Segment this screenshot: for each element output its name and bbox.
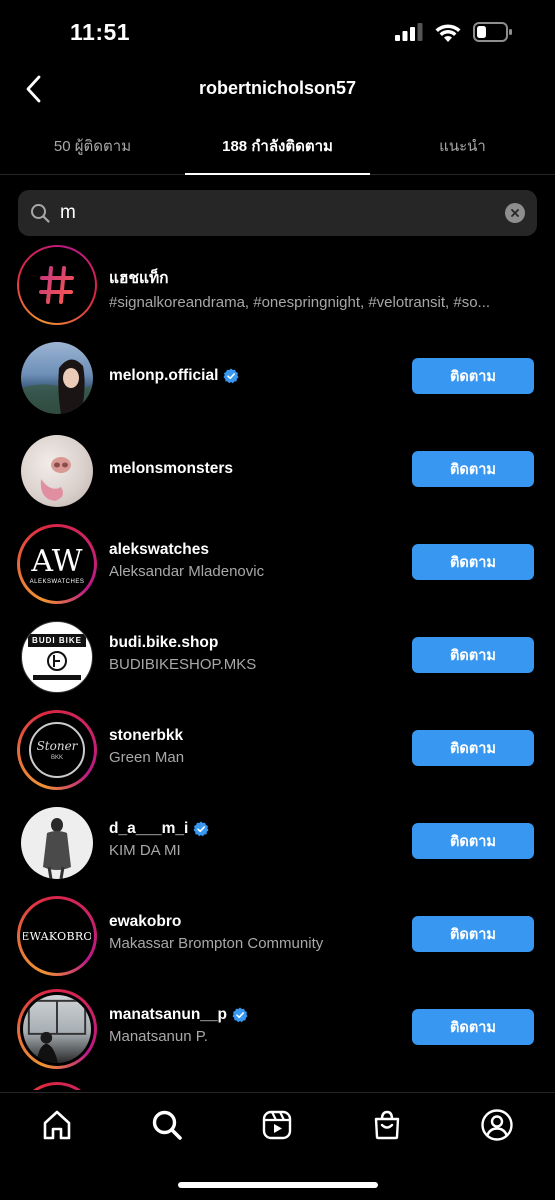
avatar-logo-text: Stoner [36, 739, 78, 753]
list-item[interactable]: manatsanun__p Manatsanun P. ติดตาม [0, 984, 555, 1077]
shop-icon [374, 1110, 400, 1140]
avatar[interactable] [17, 338, 97, 418]
fullname: Manatsanun P. [109, 1028, 208, 1045]
hashtag-icon [39, 266, 74, 304]
list-item[interactable]: d_a___m_i KIM DA MI ติดตาม [0, 798, 555, 891]
nav-reels[interactable] [259, 1107, 295, 1143]
list-item[interactable]: melonsmonsters ติดตาม [0, 426, 555, 519]
search-bar [18, 190, 537, 236]
username: melonp.official [109, 367, 239, 385]
verified-badge-icon [193, 821, 209, 837]
username: d_a___m_i [109, 820, 209, 838]
status-icons [395, 22, 513, 42]
nav-shop[interactable] [369, 1107, 405, 1143]
list-item[interactable] [0, 1077, 555, 1090]
follow-button[interactable]: ติดตาม [412, 730, 534, 766]
follow-button[interactable]: ติดตาม [412, 916, 534, 952]
follow-button[interactable]: ติดตาม [412, 1009, 534, 1045]
header: robertnicholson57 [0, 66, 555, 118]
username: stonerbkk [109, 727, 184, 744]
profile-icon [481, 1109, 513, 1141]
fullname: KIM DA MI [109, 842, 181, 859]
hashtag-title: แฮชแท็ก [109, 270, 169, 287]
avatar[interactable] [17, 431, 97, 511]
fullname: Makassar Brompton Community [109, 935, 324, 952]
home-indicator [178, 1182, 378, 1188]
clear-search-button[interactable] [505, 203, 525, 223]
follow-button[interactable]: ติดตาม [412, 637, 534, 673]
reels-icon [262, 1110, 292, 1140]
search-input[interactable] [60, 202, 505, 224]
profile-username-title: robertnicholson57 [198, 78, 357, 98]
following-list: แฮชแท็ก #signalkoreandrama, #onespringni… [0, 240, 555, 1090]
avatar[interactable]: AW ALEKSWATCHES [17, 524, 97, 604]
avatar-logo-caption: ALEKSWATCHES [29, 579, 85, 585]
follow-button[interactable]: ติดตาม [412, 358, 534, 394]
follow-button[interactable]: ติดตาม [412, 544, 534, 580]
avatar-logo-text: AW [31, 544, 83, 579]
status-time: 11:51 [70, 19, 131, 45]
follow-button[interactable]: ติดตาม [412, 823, 534, 859]
avatar-logo-text: EWAKOBRO [23, 929, 91, 943]
fullname: Green Man [109, 749, 185, 766]
avatar[interactable] [17, 1082, 97, 1090]
search-icon [152, 1110, 182, 1140]
avatar-logo-text: BUDI BIKE [28, 634, 86, 647]
avatar[interactable] [17, 989, 97, 1069]
list-item[interactable]: AW ALEKSWATCHES alekswatches Aleksandar … [0, 519, 555, 612]
avatar-logo-caption: BKK [50, 755, 63, 761]
battery-icon [473, 22, 512, 42]
list-item[interactable]: melonp.official ติดตาม [0, 333, 555, 426]
cellular-signal-icon [395, 23, 423, 41]
wifi-icon [435, 23, 461, 42]
username: ewakobro [109, 913, 182, 930]
avatar[interactable]: EWAKOBRO [17, 896, 97, 976]
hashtag-subtitle: #signalkoreandrama, #onespringnight, #ve… [109, 294, 491, 311]
tab-suggested[interactable]: แนะนำ [370, 125, 555, 174]
avatar[interactable]: BUDI BIKE [17, 617, 97, 697]
search-icon [31, 204, 50, 223]
nav-search[interactable] [149, 1107, 185, 1143]
tab-followers[interactable]: 50 ผู้ติดตาม [0, 125, 185, 174]
list-item[interactable]: BUDI BIKE budi.bike.shop BUDIBIKESHOP.MK… [0, 612, 555, 705]
fullname: BUDIBIKESHOP.MKS [109, 656, 257, 673]
follow-button[interactable]: ติดตาม [412, 451, 534, 487]
fullname: Aleksandar Mladenovic [109, 563, 265, 580]
status-bar: 11:51 [0, 0, 555, 66]
verified-badge-icon [232, 1007, 248, 1023]
list-item[interactable]: EWAKOBRO ewakobro Makassar Brompton Comm… [0, 891, 555, 984]
tab-following[interactable]: 188 กำลังติดตาม [185, 125, 370, 175]
nav-profile[interactable] [479, 1107, 515, 1143]
nav-home[interactable] [39, 1107, 75, 1143]
username: melonsmonsters [109, 460, 234, 477]
home-icon [43, 1110, 71, 1140]
follow-tabs: 50 ผู้ติดตาม 188 กำลังติดตาม แนะนำ [0, 125, 555, 175]
list-item[interactable]: Stoner BKK stonerbkk Green Man ติดตาม [0, 705, 555, 798]
close-icon [511, 209, 519, 217]
username: budi.bike.shop [109, 634, 219, 651]
hashtag-avatar [17, 245, 97, 325]
avatar[interactable]: Stoner BKK [17, 710, 97, 790]
hashtag-row[interactable]: แฮชแท็ก #signalkoreandrama, #onespringni… [0, 240, 555, 333]
username: alekswatches [109, 541, 209, 558]
username: manatsanun__p [109, 1006, 248, 1024]
verified-badge-icon [223, 368, 239, 384]
avatar[interactable] [17, 803, 97, 883]
